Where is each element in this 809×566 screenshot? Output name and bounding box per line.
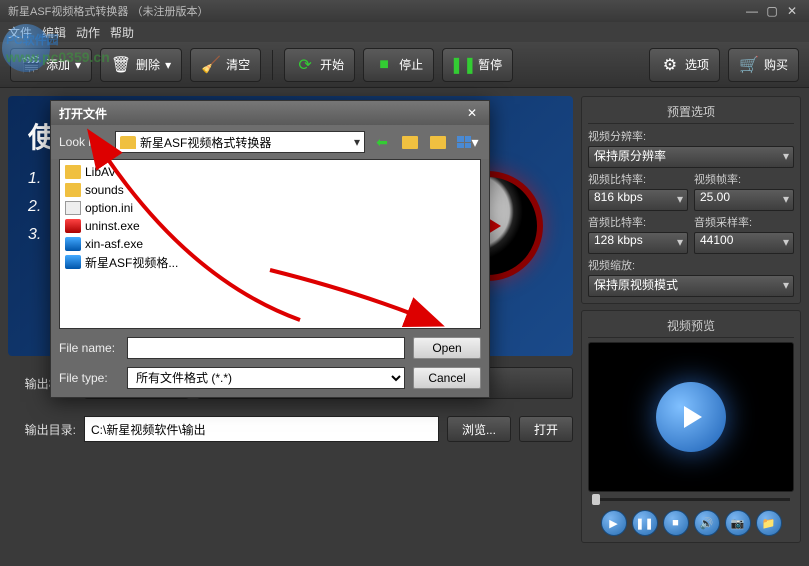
sample-rate-select[interactable]: 44100 <box>694 232 794 254</box>
preset-panel: 预置选项 视频分辨率: 保持原分辨率 视频比特率: 816 kbps 视频帧率: 2… <box>581 96 801 304</box>
file-name: 新星ASF视频格... <box>85 254 178 271</box>
pause-icon: ❚❚ <box>453 55 473 75</box>
stop-icon: ■ <box>374 55 394 75</box>
file-item[interactable]: sounds <box>63 181 477 199</box>
dialog-title-bar: 打开文件 ✕ <box>51 101 489 125</box>
filename-input[interactable] <box>127 337 405 359</box>
toolbar: 🎬添加 ▾ 🗑删除 ▾ 🧹清空 ⟳开始 ■停止 ❚❚暂停 ⚙选项 🛒购买 <box>0 42 809 88</box>
preset-title: 预置选项 <box>588 103 794 124</box>
browse-button[interactable]: 浏览... <box>447 416 511 442</box>
cancel-button[interactable]: Cancel <box>413 367 481 389</box>
folder-icon <box>65 183 81 197</box>
app-icon <box>65 255 81 269</box>
separator <box>272 50 273 80</box>
new-folder-button[interactable] <box>427 131 449 153</box>
start-button[interactable]: ⟳开始 <box>284 48 355 82</box>
resolution-label: 视频分辨率: <box>588 128 794 144</box>
file-item[interactable]: 新星ASF视频格... <box>63 253 477 271</box>
fps-select[interactable]: 25.00 <box>694 189 794 211</box>
chevron-down-icon: ▾ <box>354 135 360 149</box>
video-bitrate-select[interactable]: 816 kbps <box>588 189 688 211</box>
file-name: xin-asf.exe <box>85 237 143 251</box>
filetype-label: File type: <box>59 371 119 385</box>
start-icon: ⟳ <box>295 55 315 75</box>
gear-icon: ⚙ <box>660 55 680 75</box>
player-pause-button[interactable]: ❚❚ <box>632 510 658 536</box>
title-bar: 新星ASF视频格式转换器 （未注册版本） — ▢ ✕ <box>0 0 809 22</box>
up-folder-button[interactable] <box>399 131 421 153</box>
scale-select[interactable]: 保持原视频模式 <box>588 275 794 297</box>
pause-button[interactable]: ❚❚暂停 <box>442 48 513 82</box>
audio-bitrate-label: 音频比特率: <box>588 214 688 230</box>
play-icon <box>656 382 726 452</box>
file-name: sounds <box>85 183 124 197</box>
seek-slider[interactable] <box>588 492 794 506</box>
scale-label: 视频缩放: <box>588 257 794 273</box>
file-item[interactable]: option.ini <box>63 199 477 217</box>
output-dir-row: 输出目录: 浏览... 打开 <box>8 410 573 448</box>
video-bitrate-label: 视频比特率: <box>588 171 688 187</box>
stop-button[interactable]: ■停止 <box>363 48 434 82</box>
resolution-select[interactable]: 保持原分辨率 <box>588 146 794 168</box>
sample-rate-label: 音频采样率: <box>694 214 794 230</box>
file-item[interactable]: LibAV <box>63 163 477 181</box>
watermark-logo <box>2 24 50 72</box>
open-file-dialog: 打开文件 ✕ Look in: 新星ASF视频格式转换器 ▾ ⬅ ▾ LibAV… <box>50 100 490 398</box>
view-mode-button[interactable]: ▾ <box>455 131 481 153</box>
dialog-title: 打开文件 <box>59 105 463 122</box>
preview-panel: 视频预览 ▶ ❚❚ ■ 🔊 📷 📁 <box>581 310 801 543</box>
output-dir-label: 输出目录: <box>8 421 76 438</box>
folder-icon <box>65 165 81 179</box>
open-dir-button[interactable]: 打开 <box>519 416 573 442</box>
filename-label: File name: <box>59 341 119 355</box>
snapshot-button[interactable]: 📷 <box>725 510 751 536</box>
delete-icon: 🗑 <box>111 55 131 75</box>
player-controls: ▶ ❚❚ ■ 🔊 📷 📁 <box>588 510 794 536</box>
folder-icon <box>120 136 136 149</box>
filetype-select[interactable]: 所有文件格式 (*.*) <box>127 367 405 389</box>
exe-icon <box>65 219 81 233</box>
options-button[interactable]: ⚙选项 <box>649 48 720 82</box>
file-list[interactable]: LibAV sounds option.ini uninst.exe xin-asf.e… <box>59 159 481 329</box>
clear-button[interactable]: 🧹清空 <box>190 48 261 82</box>
volume-button[interactable]: 🔊 <box>694 510 720 536</box>
close-button[interactable]: ✕ <box>783 4 801 18</box>
folder-button[interactable]: 📁 <box>756 510 782 536</box>
file-icon <box>65 201 81 215</box>
back-button[interactable]: ⬅ <box>371 131 393 153</box>
maximize-button[interactable]: ▢ <box>763 4 781 18</box>
file-name: uninst.exe <box>85 219 140 233</box>
minimize-button[interactable]: — <box>743 4 761 18</box>
file-name: LibAV <box>85 165 116 179</box>
delete-button[interactable]: 🗑删除 ▾ <box>100 48 182 82</box>
dialog-close-button[interactable]: ✕ <box>463 106 481 120</box>
menu-help[interactable]: 帮助 <box>110 24 134 41</box>
app-icon <box>65 237 81 251</box>
file-item[interactable]: xin-asf.exe <box>63 235 477 253</box>
audio-bitrate-select[interactable]: 128 kbps <box>588 232 688 254</box>
menu-action[interactable]: 动作 <box>76 24 100 41</box>
file-item[interactable]: uninst.exe <box>63 217 477 235</box>
cart-icon: 🛒 <box>739 55 759 75</box>
open-button[interactable]: Open <box>413 337 481 359</box>
fps-label: 视频帧率: <box>694 171 794 187</box>
player-stop-button[interactable]: ■ <box>663 510 689 536</box>
clear-icon: 🧹 <box>201 55 221 75</box>
video-preview <box>588 342 794 492</box>
lookin-combo[interactable]: 新星ASF视频格式转换器 ▾ <box>115 131 365 153</box>
menu-bar: 文件 编辑 动作 帮助 <box>0 22 809 42</box>
buy-button[interactable]: 🛒购买 <box>728 48 799 82</box>
lookin-value: 新星ASF视频格式转换器 <box>140 134 271 151</box>
play-button[interactable]: ▶ <box>601 510 627 536</box>
preview-title: 视频预览 <box>588 317 794 338</box>
window-title: 新星ASF视频格式转换器 （未注册版本） <box>8 3 741 19</box>
file-name: option.ini <box>85 201 133 215</box>
lookin-label: Look in: <box>59 135 109 149</box>
output-dir-input[interactable] <box>84 416 439 442</box>
